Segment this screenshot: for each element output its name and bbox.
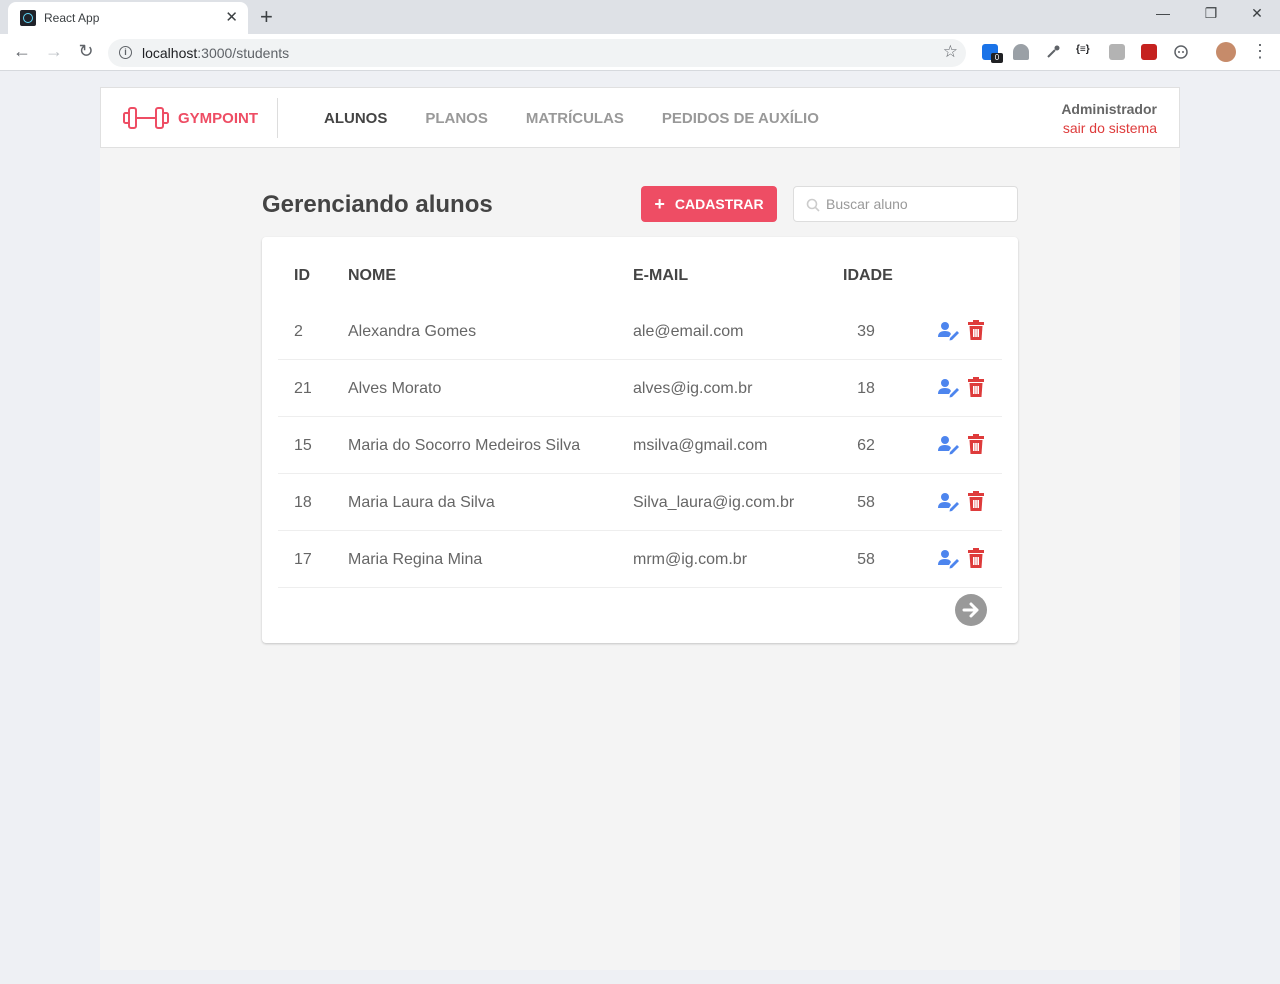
cell-name: Maria Laura da Silva	[348, 494, 495, 511]
user-name: Administrador	[1061, 101, 1157, 117]
image-extension-icon[interactable]	[1141, 44, 1157, 60]
table-row: 2 Alexandra Gomes ale@email.com 39	[278, 303, 1002, 360]
cell-age: 18	[857, 380, 875, 397]
cell-name: Maria do Socorro Medeiros Silva	[348, 437, 581, 454]
cell-name: Maria Regina Mina	[348, 551, 483, 568]
cell-age: 58	[857, 551, 875, 568]
trash-icon[interactable]	[967, 548, 989, 570]
window-close-icon[interactable]: ✕	[1242, 5, 1272, 22]
cell-age: 58	[857, 494, 875, 511]
cell-name: Alexandra Gomes	[348, 323, 477, 340]
app-header: GYMPOINT ALUNOS PLANOS MATRÍCULAS PEDIDO…	[100, 87, 1180, 148]
bookmark-star-icon[interactable]: ☆	[943, 42, 958, 62]
extension-icon[interactable]: 0	[982, 44, 1003, 63]
pdf-extension-icon[interactable]	[1109, 44, 1125, 60]
search-input[interactable]	[794, 187, 1017, 221]
minimize-icon[interactable]: —	[1148, 5, 1178, 21]
add-student-button[interactable]: + CADASTRAR	[641, 186, 777, 222]
table-row: 21 Alves Morato alves@ig.com.br 18	[278, 360, 1002, 417]
user-profile: Administrador sair do sistema	[1061, 101, 1157, 136]
arrow-right-circle-icon	[962, 602, 979, 618]
brand-name: GYMPOINT	[178, 109, 259, 127]
table-row: 17 Maria Regina Mina mrm@ig.com.br 58	[278, 531, 1002, 588]
user-edit-icon[interactable]	[938, 548, 960, 570]
trash-icon[interactable]	[967, 491, 989, 513]
extension-badge: 0	[991, 53, 1003, 63]
column-header-nome: NOME	[348, 267, 396, 284]
react-favicon-icon	[20, 10, 36, 26]
cell-age: 62	[857, 437, 875, 454]
address-bar[interactable]: i localhost:3000/students ☆	[108, 39, 966, 67]
cell-id: 18	[294, 494, 312, 511]
column-header-idade: IDADE	[843, 267, 893, 284]
user-edit-icon[interactable]	[938, 320, 960, 342]
cell-email: Silva_laura@ig.com.br	[633, 494, 795, 511]
search-field[interactable]	[793, 186, 1018, 222]
page-title-row: Gerenciando alunos + CADASTRAR	[262, 186, 1018, 222]
add-button-label: CADASTRAR	[674, 196, 764, 212]
trash-icon[interactable]	[967, 434, 989, 456]
back-icon[interactable]: ←	[10, 41, 34, 62]
browser-tab[interactable]: React App ✕	[8, 2, 248, 34]
reload-icon[interactable]: ↻	[74, 41, 98, 62]
new-tab-icon[interactable]: +	[260, 4, 273, 30]
table-row: 18 Maria Laura da Silva Silva_laura@ig.com…	[278, 474, 1002, 531]
user-edit-icon[interactable]	[938, 491, 960, 513]
cell-name: Alves Morato	[348, 380, 442, 397]
next-page-button[interactable]	[955, 594, 987, 626]
column-header-id: ID	[294, 267, 310, 284]
forward-icon[interactable]: →	[42, 41, 66, 62]
cell-email: mrm@ig.com.br	[633, 551, 748, 568]
nav-item-planos[interactable]: PLANOS	[425, 110, 488, 127]
header-divider	[277, 98, 278, 138]
cell-id: 2	[294, 323, 303, 340]
cell-email: msilva@gmail.com	[633, 437, 768, 454]
browser-toolbar: ← → ↻ i localhost:3000/students ☆ 0 {≡} …	[0, 34, 1280, 71]
trash-icon[interactable]	[967, 320, 989, 342]
page-title: Gerenciando alunos	[262, 191, 493, 218]
app-page: GYMPOINT ALUNOS PLANOS MATRÍCULAS PEDIDO…	[100, 87, 1180, 970]
drive-extension-icon[interactable]	[1013, 44, 1029, 60]
brand-logo[interactable]: GYMPOINT	[123, 106, 258, 130]
profile-avatar[interactable]	[1216, 42, 1236, 62]
json-extension-icon[interactable]: {≡}	[1076, 44, 1096, 60]
tab-title: React App	[44, 11, 100, 25]
nav-item-alunos[interactable]: ALUNOS	[324, 110, 387, 127]
nav-item-pedidos-de-auxilio[interactable]: PEDIDOS DE AUXÍLIO	[662, 110, 819, 127]
main-nav: ALUNOS PLANOS MATRÍCULAS PEDIDOS DE AUXÍ…	[324, 110, 857, 127]
user-edit-icon[interactable]	[938, 434, 960, 456]
restore-icon[interactable]: ❐	[1196, 5, 1226, 22]
column-header-email: E-MAIL	[633, 267, 689, 284]
nav-item-matriculas[interactable]: MATRÍCULAS	[526, 110, 624, 127]
logout-link[interactable]: sair do sistema	[1061, 120, 1157, 136]
cell-email: ale@email.com	[633, 323, 744, 340]
close-tab-icon[interactable]: ✕	[225, 8, 238, 26]
browser-tabstrip: React App ✕ + — ❐ ✕	[0, 0, 1280, 34]
cell-id: 15	[294, 437, 312, 454]
cell-id: 17	[294, 551, 312, 568]
dumbbell-icon	[123, 107, 169, 129]
eyedropper-extension-icon[interactable]	[1045, 44, 1061, 60]
cell-email: alves@ig.com.br	[633, 380, 753, 397]
cell-age: 39	[857, 323, 875, 340]
site-info-icon[interactable]: i	[119, 46, 132, 59]
trash-icon[interactable]	[967, 377, 989, 399]
cell-id: 21	[294, 380, 312, 397]
table-row: 15 Maria do Socorro Medeiros Silva msilva@…	[278, 417, 1002, 474]
url-text[interactable]: localhost:3000/students	[142, 45, 289, 61]
browser-menu-icon[interactable]: ⋮	[1248, 41, 1272, 62]
incognito-extension-icon[interactable]	[1173, 44, 1189, 60]
user-edit-icon[interactable]	[938, 377, 960, 399]
plus-icon: +	[654, 194, 665, 214]
students-table: ID NOME E-MAIL IDADE 2 Alexandra Gomes ale…	[262, 237, 1018, 643]
